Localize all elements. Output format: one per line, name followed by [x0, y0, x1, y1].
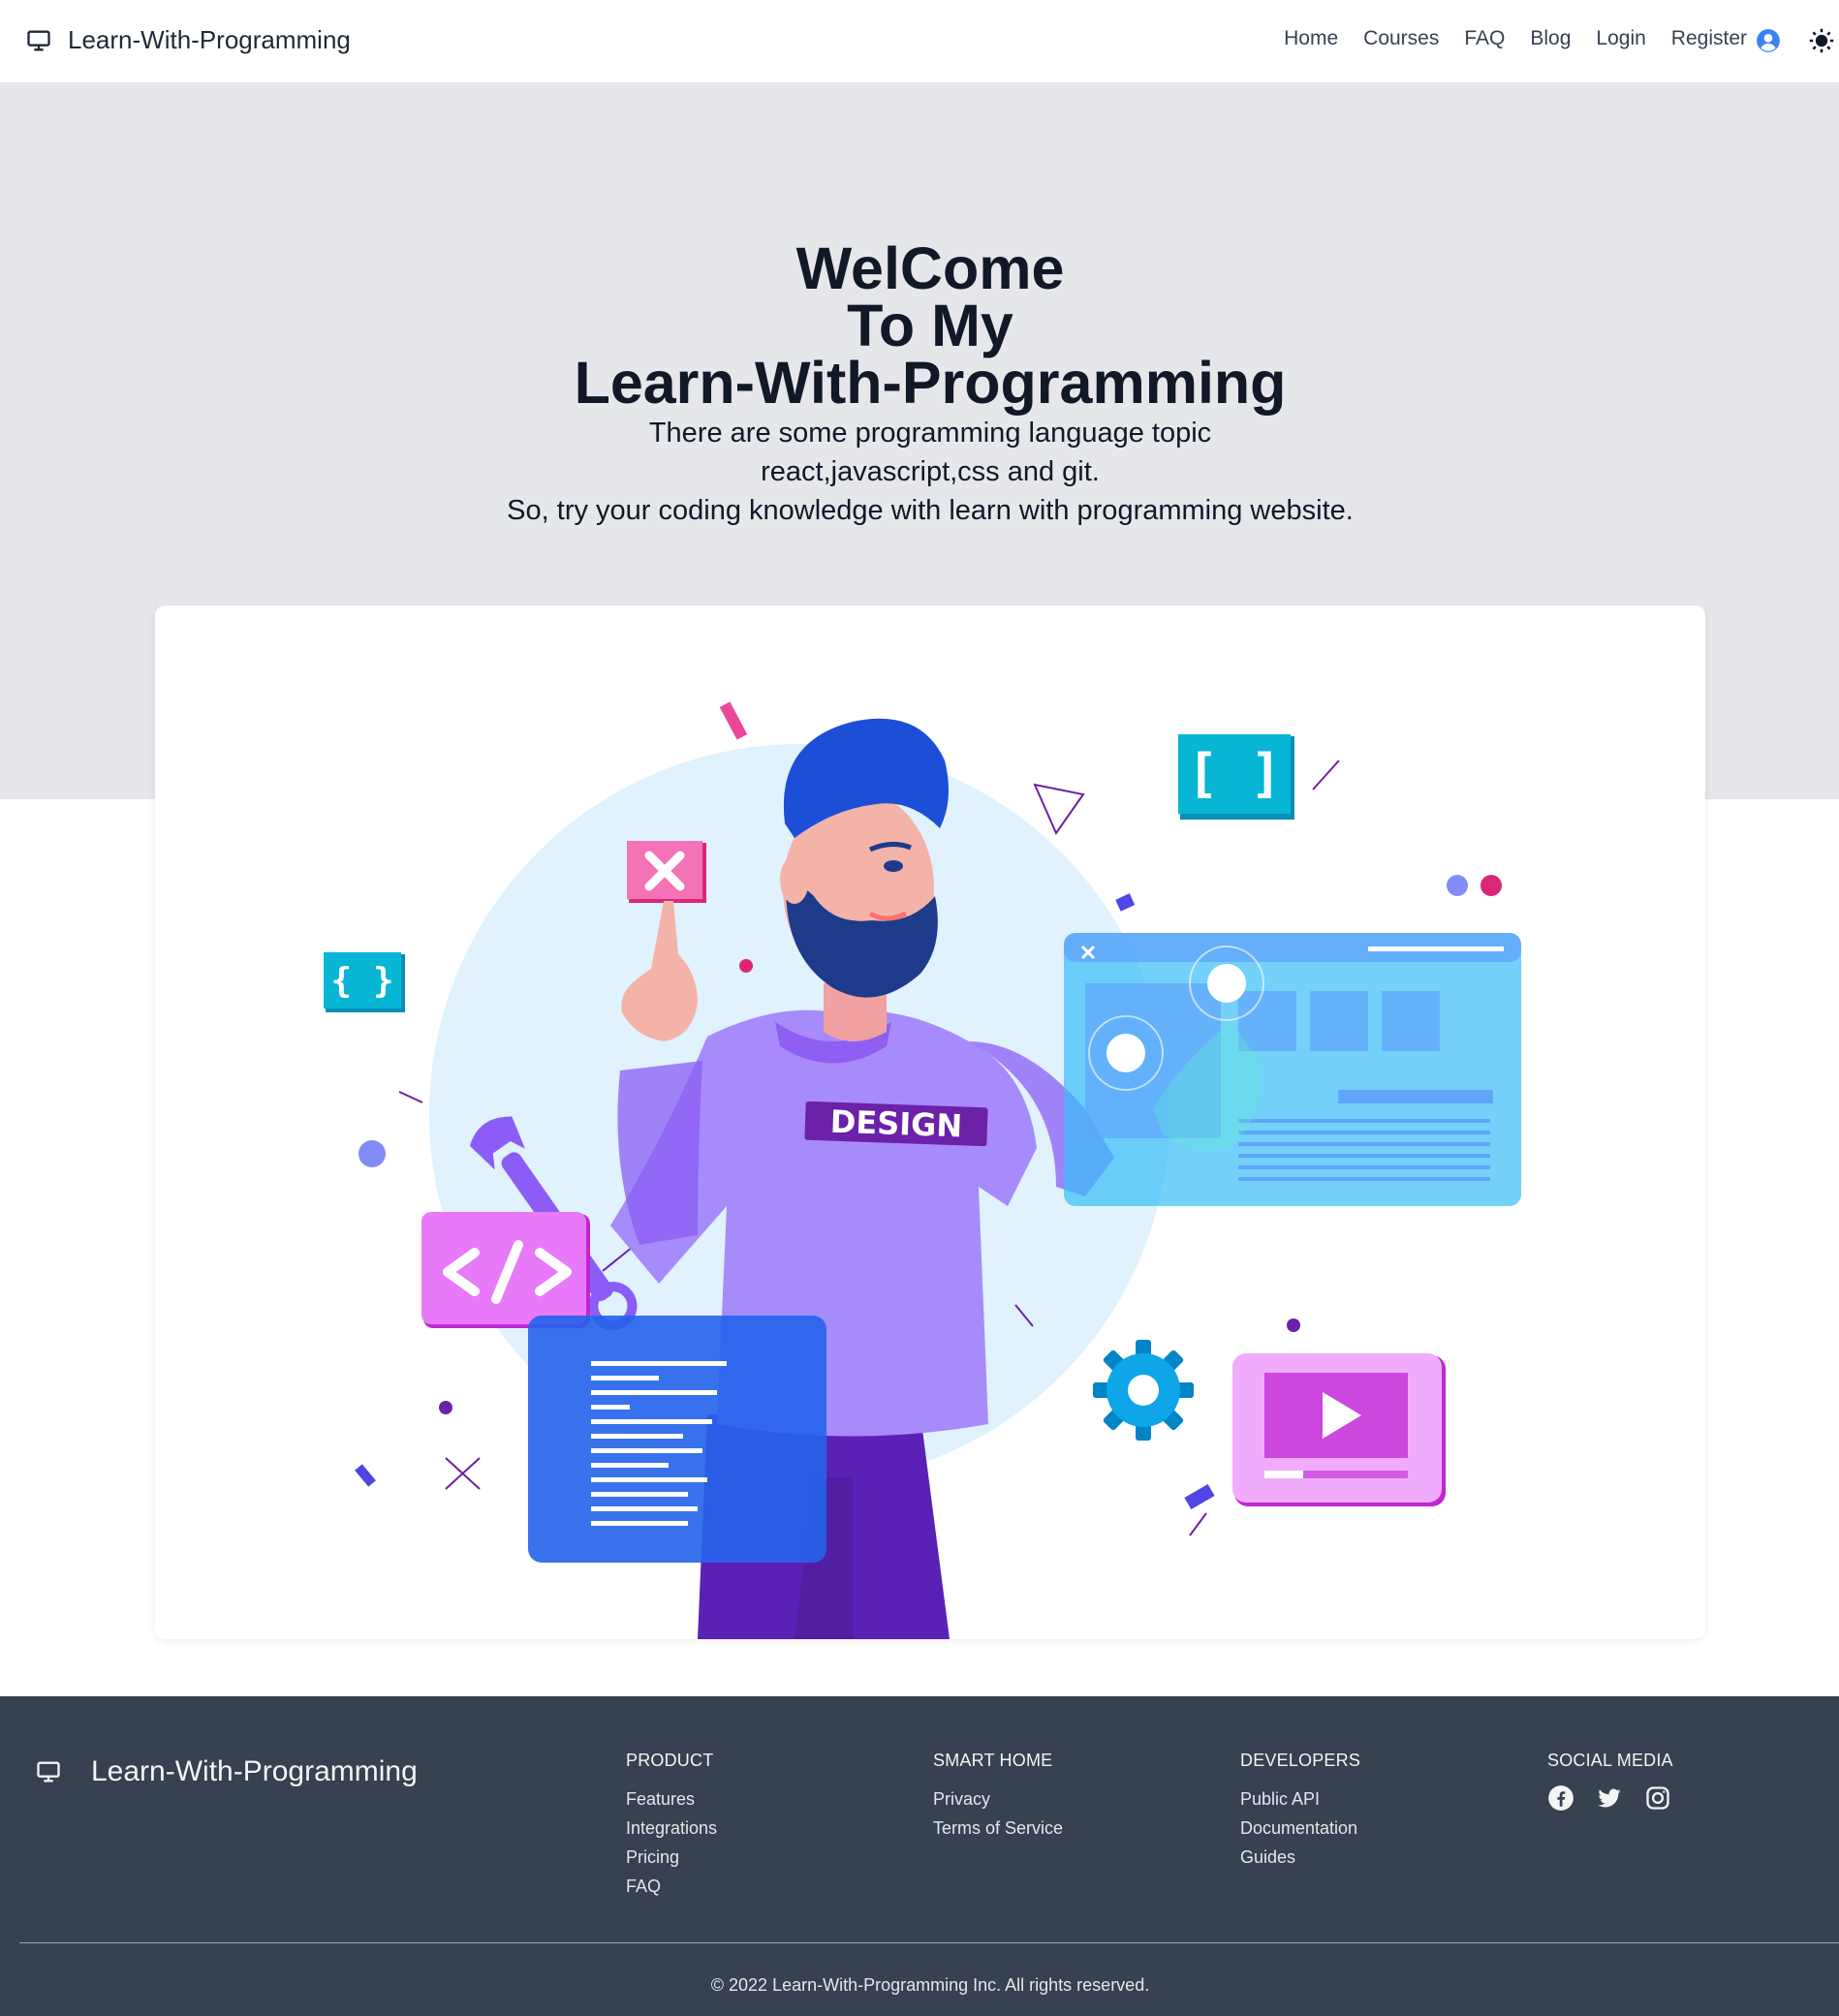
nav-blog[interactable]: Blog	[1530, 27, 1571, 50]
facebook-icon[interactable]	[1547, 1784, 1574, 1812]
user-avatar-icon[interactable]	[1756, 28, 1781, 53]
twitter-icon[interactable]	[1596, 1784, 1623, 1812]
nav-login[interactable]: Login	[1596, 27, 1645, 50]
footer-col-smart-home: SMART HOME Privacy Terms of Service	[933, 1751, 1063, 1843]
browser-window-graphic	[1064, 933, 1521, 1206]
footer-link-terms[interactable]: Terms of Service	[933, 1814, 1063, 1843]
footer-copyright: © 2022 Learn-With-Programming Inc. All r…	[710, 1975, 1150, 1995]
footer-col-product: PRODUCT Features Integrations Pricing FA…	[626, 1751, 717, 1901]
video-player-badge	[1232, 1353, 1446, 1506]
hero-title-line2: To My	[847, 293, 1013, 358]
brackets-badge-large: [ ]	[1178, 734, 1294, 820]
nav-menu: Home Courses FAQ Blog Login Register	[1284, 27, 1747, 50]
hero-sub-line3: So, try your coding knowledge with learn…	[507, 495, 1354, 526]
brand-link[interactable]: Learn-With-Programming	[25, 25, 351, 55]
footer-link-pricing[interactable]: Pricing	[626, 1843, 717, 1872]
hero-title-line3: Learn-With-Programming	[574, 350, 1287, 416]
footer-col-developers: DEVELOPERS Public API Documentation Guid…	[1240, 1751, 1360, 1872]
nav-faq[interactable]: FAQ	[1464, 27, 1505, 50]
monitor-icon	[27, 30, 50, 50]
footer-heading-social: SOCIAL MEDIA	[1547, 1751, 1673, 1770]
brand-name: Learn-With-Programming	[68, 25, 351, 54]
footer-link-integrations[interactable]: Integrations	[626, 1814, 717, 1843]
instagram-icon[interactable]	[1644, 1784, 1671, 1812]
nav-courses[interactable]: Courses	[1363, 27, 1439, 50]
navbar: Learn-With-Programming Home Courses FAQ …	[0, 0, 1839, 82]
nav-home[interactable]: Home	[1284, 27, 1338, 50]
code-editor-panel	[528, 1316, 826, 1563]
footer-divider	[19, 1942, 1839, 1943]
footer-brand[interactable]: Learn-With-Programming	[35, 1755, 418, 1788]
footer: Learn-With-Programming PRODUCT Features …	[0, 1696, 1839, 2016]
hero-sub-line1: There are some programming language topi…	[648, 418, 1212, 449]
footer-link-public-api[interactable]: Public API	[1240, 1784, 1360, 1814]
sun-icon[interactable]	[1808, 27, 1835, 54]
code-tag-badge	[421, 1212, 590, 1328]
svg-text:[ ]: [ ]	[1187, 743, 1282, 804]
footer-brand-name: Learn-With-Programming	[91, 1755, 418, 1787]
footer-heading-smart-home: SMART HOME	[933, 1751, 1053, 1770]
hero-subtitle: There are some programming language topi…	[0, 414, 1839, 530]
braces-badge-small: { }	[324, 952, 405, 1012]
nav-register[interactable]: Register	[1671, 27, 1747, 50]
hero-illustration-card: [ ] { } DESIGN	[155, 605, 1705, 1639]
footer-link-documentation[interactable]: Documentation	[1240, 1814, 1360, 1843]
footer-col-social: SOCIAL MEDIA	[1547, 1751, 1673, 1812]
footer-link-privacy[interactable]: Privacy	[933, 1784, 1063, 1814]
svg-text:{ }: { }	[330, 961, 393, 1001]
footer-link-faq[interactable]: FAQ	[626, 1872, 717, 1901]
gear-graphic	[1093, 1340, 1194, 1441]
footer-heading-developers: DEVELOPERS	[1240, 1751, 1361, 1770]
footer-link-features[interactable]: Features	[626, 1784, 717, 1814]
footer-link-guides[interactable]: Guides	[1240, 1843, 1360, 1872]
developer-illustration: [ ] { } DESIGN	[324, 701, 1521, 1639]
monitor-icon	[37, 1761, 60, 1783]
footer-heading-product: PRODUCT	[626, 1751, 714, 1770]
shirt-label-text: DESIGN	[829, 1103, 963, 1145]
hero-title: WelCome To My Learn-With-Programming	[0, 235, 1839, 416]
hero-sub-line2: react,javascript,css and git.	[761, 456, 1100, 487]
hero-title-line1: WelCome	[795, 235, 1065, 301]
